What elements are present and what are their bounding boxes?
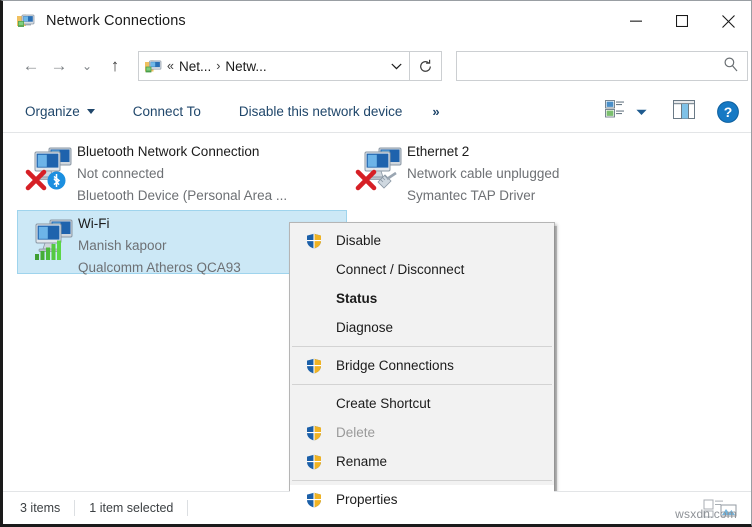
network-connections-icon: [17, 13, 35, 29]
menu-item-create-shortcut[interactable]: Create Shortcut: [290, 389, 554, 418]
menu-separator: [292, 384, 552, 385]
change-view-icon: [605, 100, 625, 123]
maximize-button[interactable]: [659, 1, 705, 41]
minimize-button[interactable]: [613, 1, 659, 41]
menu-item-rename[interactable]: Rename: [290, 447, 554, 476]
preview-pane-button[interactable]: [673, 99, 695, 124]
chevron-down-icon: [86, 109, 95, 114]
menu-item-delete: Delete: [290, 418, 554, 447]
connection-name: Ethernet 2: [407, 144, 470, 159]
address-bar[interactable]: « Net... › Netw...: [138, 51, 410, 81]
menu-item-status[interactable]: Status: [290, 284, 554, 313]
status-divider: [187, 500, 189, 516]
list-item[interactable]: Bluetooth Network Connection Not connect…: [17, 139, 347, 203]
bluetooth-icon: [47, 171, 66, 195]
menu-item-bridge-connections[interactable]: Bridge Connections: [290, 351, 554, 380]
menu-separator: [292, 346, 552, 347]
menu-item-label: Rename: [336, 454, 388, 469]
network-connections-window: Network Connections ← → ⌄ ↑ « Net... › N…: [0, 0, 752, 527]
watermark-text: wsxdn.com: [675, 507, 737, 521]
menu-separator: [292, 480, 552, 481]
item-count-label: 3 items: [20, 501, 61, 515]
command-bar-right-group: ?: [589, 99, 739, 124]
svg-text:?: ?: [724, 104, 733, 120]
chevron-down-icon[interactable]: [383, 52, 409, 80]
search-icon[interactable]: [724, 56, 738, 76]
menu-item-properties[interactable]: Properties: [290, 485, 554, 514]
disable-network-device-label: Disable this network device: [238, 104, 403, 119]
menu-item-label: Connect / Disconnect: [336, 262, 465, 277]
recent-locations-icon[interactable]: ⌄: [73, 51, 101, 81]
breadcrumb-prefix[interactable]: «: [167, 59, 174, 73]
close-button[interactable]: [705, 1, 751, 41]
list-item[interactable]: Ethernet 2 Network cable unplugged Syman…: [347, 139, 677, 203]
menu-item-label: Delete: [336, 425, 376, 440]
menu-item-label: Diagnose: [336, 320, 394, 335]
breadcrumb-segment-1[interactable]: Net...: [179, 59, 211, 74]
connection-device: Symantec TAP Driver: [407, 188, 536, 203]
window-title: Network Connections: [46, 13, 186, 29]
search-input[interactable]: [457, 52, 719, 80]
refresh-button[interactable]: [410, 51, 442, 81]
network-folder-icon: [145, 59, 162, 74]
up-icon[interactable]: ↑: [101, 51, 129, 81]
shield-icon: [306, 425, 322, 444]
breadcrumb-segment-2[interactable]: Netw...: [225, 59, 266, 74]
organize-button[interactable]: Organize: [21, 97, 99, 127]
back-icon[interactable]: ←: [17, 51, 45, 81]
shield-icon: [306, 492, 322, 511]
connection-device: Bluetooth Device (Personal Area ...: [77, 188, 288, 203]
menu-item-label: Bridge Connections: [336, 358, 454, 373]
status-divider: [74, 500, 76, 516]
command-bar: Organize Connect To Disable this network…: [3, 91, 751, 133]
wifi-signal-icon: [34, 239, 64, 266]
shield-icon: [306, 358, 322, 377]
title-bar: Network Connections: [3, 1, 751, 41]
context-menu: Disable Connect / Disconnect Status Diag…: [285, 222, 559, 520]
menu-item-diagnose[interactable]: Diagnose: [290, 313, 554, 342]
connection-status: Network cable unplugged: [407, 166, 560, 181]
help-button[interactable]: ?: [717, 100, 739, 123]
disable-network-device-button[interactable]: Disable this network device: [235, 97, 407, 127]
overflow-chevron-icon[interactable]: »: [428, 97, 443, 127]
connection-name: Bluetooth Network Connection: [77, 144, 260, 159]
change-view-caret-icon[interactable]: [636, 103, 647, 121]
selection-count-label: 1 item selected: [89, 501, 174, 515]
menu-item-label: Create Shortcut: [336, 396, 431, 411]
ethernet-cable-icon: [374, 170, 400, 194]
connect-to-label: Connect To: [132, 104, 201, 119]
menu-item-label: Status: [336, 291, 378, 306]
organize-label: Organize: [25, 104, 80, 119]
change-view-button[interactable]: [605, 100, 647, 123]
menu-shadow: [554, 226, 557, 519]
breadcrumb-separator: ›: [216, 59, 221, 73]
forward-icon[interactable]: →: [45, 51, 73, 81]
menu-item-connect-disconnect[interactable]: Connect / Disconnect: [290, 255, 554, 284]
connection-status: Not connected: [77, 166, 165, 181]
shield-icon: [306, 233, 322, 252]
menu-item-disable[interactable]: Disable: [290, 226, 554, 255]
window-controls: [613, 1, 751, 41]
shield-icon: [306, 454, 322, 473]
properties-highlight-group: Properties: [285, 480, 559, 520]
preview-pane-icon: [673, 99, 695, 124]
menu-item-label: Disable: [336, 233, 382, 248]
navigation-bar: ← → ⌄ ↑ « Net... › Netw...: [3, 41, 751, 91]
connect-to-button[interactable]: Connect To: [129, 97, 205, 127]
search-box[interactable]: [456, 51, 748, 81]
error-icon: [25, 169, 47, 196]
menu-item-label: Properties: [336, 492, 398, 507]
